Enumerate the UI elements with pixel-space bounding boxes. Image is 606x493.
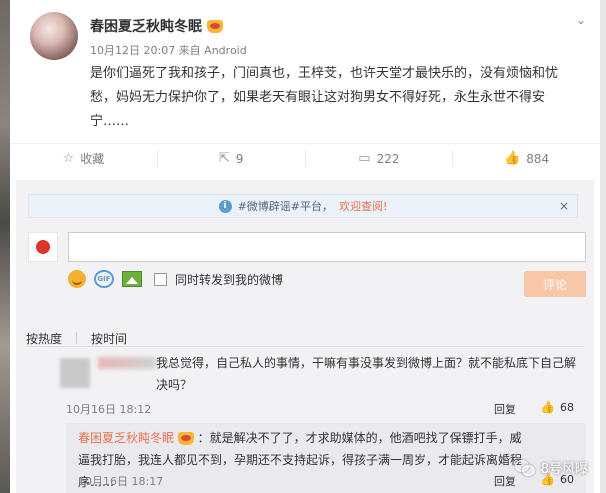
- vip-crown-icon: [207, 19, 223, 33]
- close-icon[interactable]: ×: [559, 199, 569, 213]
- action-bar: ☆ 收藏 ⇱ 9 ▭ 222 👍 884: [10, 143, 600, 173]
- star-icon: ☆: [62, 151, 75, 166]
- comment-icon: ▭: [358, 151, 371, 166]
- repost-button[interactable]: ⇱ 9: [158, 150, 306, 167]
- reply-reply-button[interactable]: 回复: [494, 473, 516, 489]
- notice-link[interactable]: 欢迎查阅!: [339, 198, 387, 214]
- vip-crown-icon: [177, 432, 194, 445]
- background-photo-strip: [0, 0, 10, 493]
- watermark: 8号风曝: [514, 458, 588, 477]
- rumor-notice: i #微博辟谣#平台， 欢迎查阅! ×: [28, 194, 578, 218]
- comment-like-button[interactable]: 👍 68: [540, 400, 574, 414]
- post-text: 是你们逼死了我和孩子，门间真也，王梓芠，也许天堂才最快乐的，没有烦恼和忧愁，妈妈…: [90, 66, 559, 129]
- share-checkbox[interactable]: [154, 272, 167, 286]
- divider: [26, 346, 584, 347]
- share-icon: ⇱: [218, 151, 230, 166]
- post-meta: 10月12日 20:07 来自 Android: [90, 44, 247, 57]
- reply-thread: 春困夏乏秋盹冬眠 ：就是解决不了了，才求助媒体的，他酒吧找了保镖打手，威逼我打胎…: [66, 423, 586, 493]
- tab-sort-time[interactable]: 按时间: [91, 330, 127, 347]
- thumbs-up-icon: 👍: [504, 151, 521, 166]
- commenter-name-redacted: [98, 357, 156, 369]
- reply-author[interactable]: 春困夏乏秋盹冬眠: [78, 431, 174, 445]
- share-label: 同时转发到我的微博: [175, 272, 284, 287]
- info-icon: i: [218, 199, 232, 213]
- comment-text: 我总觉得，自己私人的事情，干嘛有事没事发到微博上面？就不能私底下自己解决吗？: [156, 356, 577, 392]
- thumbs-up-icon: 👍: [540, 400, 555, 414]
- chevron-down-icon[interactable]: ⌄: [576, 14, 588, 26]
- wechat-icon: [514, 459, 535, 476]
- comment-time: 10月16日 18:12: [66, 403, 152, 416]
- author-name[interactable]: 春困夏乏秋盹冬眠: [90, 16, 223, 36]
- favorite-button[interactable]: ☆ 收藏: [10, 150, 158, 167]
- comment-area: i #微博辟谣#平台， 欢迎查阅! × GIF 同时转发到我的微博 评论 按热度…: [16, 180, 594, 493]
- submit-comment-button[interactable]: 评论: [524, 271, 586, 297]
- gif-icon[interactable]: GIF: [94, 270, 114, 288]
- commenter-avatar[interactable]: [60, 358, 90, 388]
- reply-button[interactable]: 回复: [494, 401, 516, 417]
- comment-input[interactable]: [68, 232, 586, 262]
- page-edge: [600, 0, 606, 493]
- tab-sort-hot[interactable]: 按热度: [26, 330, 62, 347]
- emoji-icon[interactable]: [68, 270, 86, 288]
- sort-divider: [76, 332, 78, 344]
- like-button[interactable]: 👍 884: [453, 150, 600, 167]
- comment-button-tab[interactable]: ▭ 222: [306, 150, 454, 167]
- author-avatar[interactable]: [30, 12, 78, 60]
- reply-time: 10月16日 18:17: [78, 475, 164, 488]
- image-icon[interactable]: [122, 271, 142, 287]
- sort-tabs: 按热度 按时间: [26, 330, 127, 347]
- current-user-avatar: [28, 232, 58, 262]
- composer-toolbar: GIF 同时转发到我的微博: [68, 270, 283, 288]
